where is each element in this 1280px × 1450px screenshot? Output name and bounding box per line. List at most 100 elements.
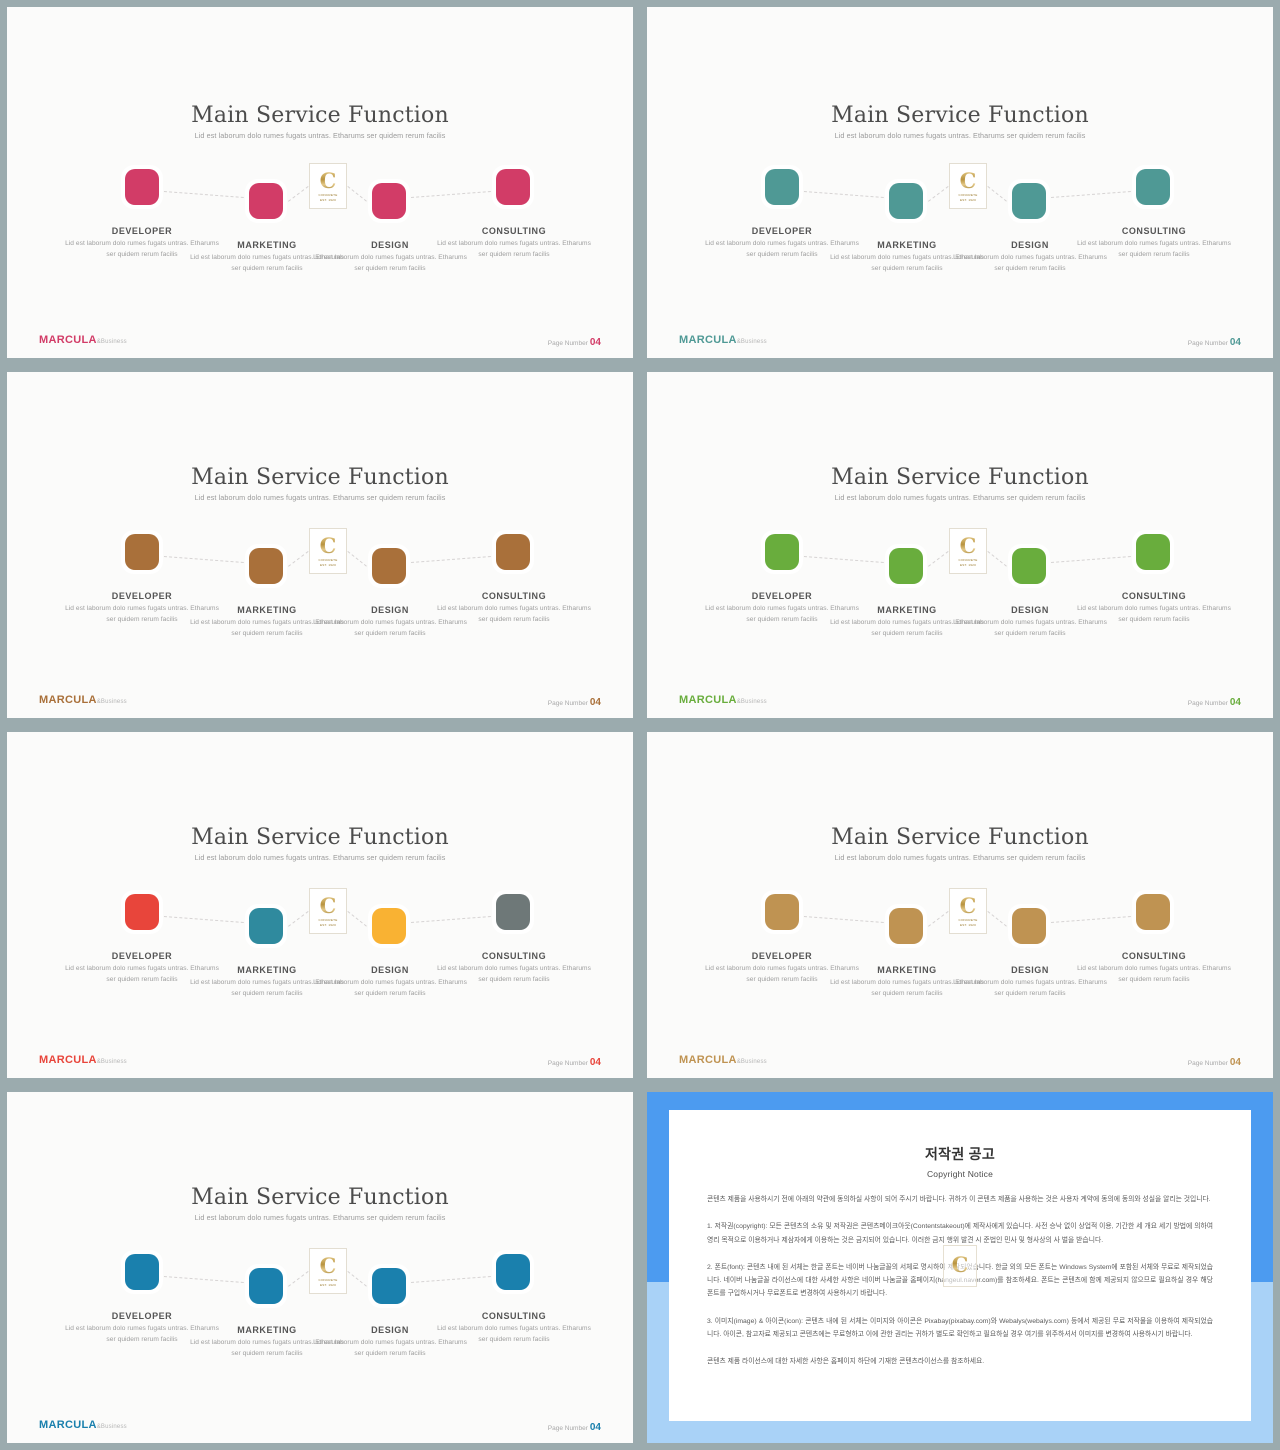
flow-connector: [411, 556, 492, 563]
flow-node-design[interactable]: [1005, 176, 1053, 226]
brand-name: MARCULA: [679, 1054, 737, 1066]
flow-node-design[interactable]: [365, 176, 413, 226]
caption-title: CONSULTING: [481, 951, 547, 961]
footer-brand: MARCULA&Business: [39, 1050, 127, 1068]
node-color-chip: [1012, 908, 1046, 944]
caption-title: DEVELOPER: [111, 1311, 173, 1321]
slide-4-green[interactable]: Main Service Function Lid est laborum dol…: [640, 365, 1280, 725]
logo-caption-line1: CONCRETE: [958, 193, 978, 198]
logo-caption-line2: EST. 1920: [319, 1282, 337, 1287]
node-color-chip: [125, 534, 159, 570]
caption-body: Lid est laborum dolo rumes fugats untras…: [437, 965, 591, 983]
caption-title: DEVELOPER: [111, 591, 173, 601]
flow-node-developer[interactable]: [758, 527, 806, 577]
slide-2-teal[interactable]: Main Service Function Lid est laborum dol…: [640, 0, 1280, 365]
node-color-chip: [249, 908, 283, 944]
footer-brand: MARCULA&Business: [679, 1050, 767, 1068]
service-flow-diagram: C CONCRETE EST. 1920 DEVELOPER Lid est labor…: [647, 7, 1273, 272]
flow-node-consulting[interactable]: [1129, 887, 1177, 937]
flow-connector: [411, 1276, 492, 1283]
node-color-chip: [372, 548, 406, 584]
node-color-chip: [889, 183, 923, 219]
caption-consulting: CONSULTING Lid est laborum dolo rumes fug…: [434, 591, 594, 625]
caption-body: Lid est laborum dolo rumes fugats untras…: [1077, 605, 1231, 623]
flow-connector: [411, 916, 492, 923]
flow-connector: [1051, 916, 1132, 923]
flow-connector: [288, 1271, 309, 1287]
slide-deck: Main Service Function Lid est laborum dol…: [0, 0, 1280, 1450]
brand-tagline: &Business: [96, 1424, 127, 1430]
flow-node-marketing[interactable]: [242, 901, 290, 951]
caption-title: DEVELOPER: [751, 591, 813, 601]
flow-connector: [803, 916, 884, 923]
caption-consulting: CONSULTING Lid est laborum dolo rumes fug…: [434, 226, 594, 260]
concrete-logo-icon: C: [951, 1252, 969, 1277]
flow-node-developer[interactable]: [118, 1247, 166, 1297]
page-number-label: Page Number: [1187, 1060, 1228, 1067]
flow-node-marketing[interactable]: [242, 541, 290, 591]
caption-title: DEVELOPER: [111, 951, 173, 961]
footer-brand: MARCULA&Business: [679, 690, 767, 708]
flow-connector: [163, 556, 244, 563]
caption-title: DEVELOPER: [751, 226, 813, 236]
flow-node-developer[interactable]: [758, 162, 806, 212]
flow-node-design[interactable]: [365, 901, 413, 951]
brand-name: MARCULA: [39, 1054, 97, 1066]
flow-node-design[interactable]: [365, 1261, 413, 1311]
page-number-label: Page Number: [1187, 340, 1228, 347]
flow-node-consulting[interactable]: [489, 887, 537, 937]
footer-brand: MARCULA&Business: [39, 1415, 127, 1433]
flow-node-consulting[interactable]: [489, 1247, 537, 1297]
logo-caption-line2: EST. 1920: [959, 562, 977, 567]
page-number-value: 04: [589, 337, 601, 348]
flow-node-marketing[interactable]: [882, 176, 930, 226]
node-color-chip: [765, 534, 799, 570]
slide-canvas: Main Service Function Lid est laborum dol…: [647, 732, 1273, 1078]
flow-connector: [163, 191, 244, 198]
flow-node-consulting[interactable]: [489, 527, 537, 577]
logo-caption-line2: EST. 1920: [959, 922, 977, 927]
flow-node-developer[interactable]: [118, 887, 166, 937]
flow-node-consulting[interactable]: [1129, 527, 1177, 577]
flow-node-marketing[interactable]: [242, 176, 290, 226]
slide-7-blue[interactable]: Main Service Function Lid est laborum dol…: [0, 1085, 640, 1450]
page-number-label: Page Number: [547, 700, 588, 707]
slide-canvas: Main Service Function Lid est laborum dol…: [7, 732, 633, 1078]
flow-node-design[interactable]: [365, 541, 413, 591]
node-color-chip: [1136, 534, 1170, 570]
flow-node-marketing[interactable]: [882, 901, 930, 951]
flow-node-developer[interactable]: [118, 162, 166, 212]
slide-canvas: Main Service Function Lid est laborum dol…: [7, 7, 633, 358]
logo-caption-line1: CONCRETE: [318, 918, 338, 923]
flow-connector: [1051, 191, 1132, 198]
node-color-chip: [496, 894, 530, 930]
flow-node-design[interactable]: [1005, 901, 1053, 951]
node-color-chip: [889, 908, 923, 944]
slide-1-pink[interactable]: Main Service Function Lid est laborum dol…: [0, 0, 640, 365]
flow-connector: [928, 551, 949, 567]
logo-caption-line2: EST. 1920: [959, 197, 977, 202]
node-color-chip: [889, 548, 923, 584]
slide-5-multicolor[interactable]: Main Service Function Lid est laborum dol…: [0, 725, 640, 1085]
logo-caption: CONCRETE EST. 1920: [319, 1278, 338, 1286]
brand-name: MARCULA: [39, 334, 97, 346]
flow-node-consulting[interactable]: [1129, 162, 1177, 212]
logo-caption-line2: EST. 1920: [319, 197, 337, 202]
brand-name: MARCULA: [39, 694, 97, 706]
slide-canvas: Main Service Function Lid est laborum dol…: [7, 1092, 633, 1443]
slide-6-bronze[interactable]: Main Service Function Lid est laborum dol…: [640, 725, 1280, 1085]
slide-8-copyright-notice[interactable]: 저작권 공고 Copyright Notice 콘텐츠 제품을 사용하시기 전에 아…: [640, 1085, 1280, 1450]
flow-node-developer[interactable]: [758, 887, 806, 937]
flow-connector: [347, 186, 367, 202]
concrete-logo-icon: C: [319, 1253, 337, 1279]
service-flow-diagram: C CONCRETE EST. 1920 DEVELOPER Lid est labor…: [7, 732, 633, 997]
flow-node-design[interactable]: [1005, 541, 1053, 591]
flow-node-consulting[interactable]: [489, 162, 537, 212]
page-number-value: 04: [1229, 337, 1241, 348]
slide-3-brown[interactable]: Main Service Function Lid est laborum dol…: [0, 365, 640, 725]
page-number-label: Page Number: [547, 1425, 588, 1432]
flow-node-marketing[interactable]: [242, 1261, 290, 1311]
node-color-chip: [1012, 548, 1046, 584]
flow-node-developer[interactable]: [118, 527, 166, 577]
flow-node-marketing[interactable]: [882, 541, 930, 591]
